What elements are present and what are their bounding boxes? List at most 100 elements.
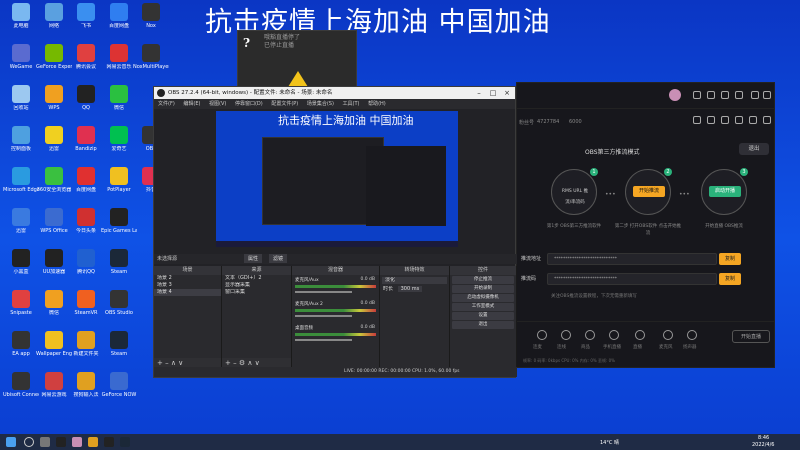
gift-icon[interactable] bbox=[721, 116, 729, 124]
cart-icon[interactable] bbox=[707, 116, 715, 124]
desktop-icon[interactable]: 控制面板 bbox=[3, 126, 39, 168]
source-item[interactable]: 显示器采集 bbox=[222, 282, 291, 289]
start-live-button[interactable]: 开始直播 bbox=[732, 330, 770, 343]
desktop-icon[interactable]: 飞书 bbox=[68, 3, 104, 45]
push-key-field[interactable]: **************************** bbox=[547, 273, 717, 285]
desktop-icon[interactable]: 微信 bbox=[36, 290, 72, 332]
exit-button[interactable]: 退出 bbox=[739, 143, 769, 155]
weather[interactable]: 14°C 晴 bbox=[600, 439, 619, 446]
link-mic-icon[interactable] bbox=[537, 330, 547, 340]
obs-window[interactable]: OBS 27.2.4 (64-bit, windows) - 配置文件: 未命名… bbox=[153, 86, 517, 378]
duration-input[interactable]: 300 ms bbox=[397, 286, 423, 292]
alert-window[interactable]: ? 哦豁直播停了 已停止直播 bbox=[237, 30, 357, 90]
step-2-label[interactable]: 开始推流 bbox=[633, 186, 665, 197]
desktop-icon[interactable]: 微信 bbox=[101, 85, 137, 127]
scene-item[interactable]: 场景 3 bbox=[154, 282, 221, 289]
scene-item[interactable]: 场景 4 bbox=[154, 289, 221, 296]
desktop-icon[interactable]: Nox bbox=[133, 3, 169, 45]
close-icon[interactable] bbox=[763, 91, 771, 99]
steam-taskbar-icon[interactable] bbox=[120, 437, 130, 447]
search-icon[interactable] bbox=[24, 437, 34, 447]
desktop-icon[interactable]: 今日头条 bbox=[68, 208, 104, 250]
bell-icon[interactable] bbox=[721, 91, 729, 99]
mail-icon[interactable] bbox=[707, 91, 715, 99]
live-icon[interactable] bbox=[635, 330, 645, 340]
minimize-icon[interactable] bbox=[751, 91, 759, 99]
settings-button[interactable]: 设置 bbox=[452, 312, 514, 320]
start-recording-button[interactable]: 开始录制 bbox=[452, 285, 514, 293]
clock-date[interactable]: 2022/4/6 bbox=[752, 442, 774, 448]
goods-icon[interactable] bbox=[585, 330, 595, 340]
menu-tools[interactable]: 工具(T) bbox=[343, 101, 360, 107]
desktop-icon[interactable]: EA app bbox=[3, 331, 39, 373]
virtual-camera-button[interactable]: 启动虚拟摄像机 bbox=[452, 294, 514, 302]
desktop-icon[interactable]: 此电脑 bbox=[3, 3, 39, 45]
desktop-icon[interactable]: 回收站 bbox=[3, 85, 39, 127]
desktop-icon[interactable]: 网易云游戏 bbox=[36, 372, 72, 414]
transition-select[interactable]: 淡化 bbox=[382, 277, 447, 284]
desktop-icon[interactable]: Microsoft Edge bbox=[3, 167, 39, 209]
avatar[interactable] bbox=[669, 89, 681, 101]
streaming-app-taskbar-icon[interactable] bbox=[72, 437, 82, 447]
menu-edit[interactable]: 编辑(E) bbox=[183, 101, 200, 107]
lock-icon[interactable] bbox=[693, 116, 701, 124]
desktop-icon[interactable]: 腾讯QQ bbox=[68, 249, 104, 291]
desktop-icon[interactable]: PotPlayer bbox=[101, 167, 137, 209]
desktop-icon[interactable]: OBS Studio bbox=[101, 290, 137, 332]
properties-button[interactable]: 属性 bbox=[244, 254, 263, 263]
desktop-icon[interactable]: NoxMultiPlayer bbox=[133, 44, 169, 86]
scene-item[interactable]: 场景 2 bbox=[154, 275, 221, 282]
obs2-taskbar-icon[interactable] bbox=[104, 437, 114, 447]
desktop-icon[interactable]: 小黑盒 bbox=[3, 249, 39, 291]
source-item[interactable]: 文本（GDI+）2 bbox=[222, 275, 291, 282]
desktop-icon[interactable]: 百度网盘 bbox=[101, 3, 137, 45]
desktop-icon[interactable]: Epic Games Launcher bbox=[101, 208, 137, 250]
desktop-icon[interactable]: WPS bbox=[36, 85, 72, 127]
desktop-icon[interactable]: 爱奇艺 bbox=[101, 126, 137, 168]
mic-icon[interactable] bbox=[663, 330, 673, 340]
more-icon[interactable] bbox=[763, 116, 771, 124]
connect-icon[interactable] bbox=[561, 330, 571, 340]
volume-slider[interactable] bbox=[295, 315, 352, 317]
push-url-field[interactable]: **************************** bbox=[547, 253, 717, 265]
desktop-icon[interactable]: UU加速器 bbox=[36, 249, 72, 291]
close-icon[interactable]: × bbox=[500, 87, 514, 99]
desktop-icon[interactable]: 百度网盘 bbox=[68, 167, 104, 209]
desktop-icon[interactable]: Snipaste bbox=[3, 290, 39, 332]
desktop-icon[interactable]: QQ bbox=[68, 85, 104, 127]
desktop-icon[interactable]: SteamVR bbox=[68, 290, 104, 332]
shirt-icon[interactable] bbox=[693, 91, 701, 99]
phone-live-icon[interactable] bbox=[609, 330, 619, 340]
desktop-icon[interactable]: 网络 bbox=[36, 3, 72, 45]
stop-streaming-button[interactable]: 停止推流 bbox=[452, 276, 514, 284]
task-view-icon[interactable] bbox=[40, 437, 50, 447]
desktop-icon[interactable]: WeGame bbox=[3, 44, 39, 86]
step-3-label[interactable]: 启动开播 bbox=[709, 186, 741, 197]
streaming-app-window[interactable]: 粉丝号 4727784 6000 OBS第三方推流模式 退出 RMS URL 推… bbox=[516, 82, 775, 368]
settings-icon[interactable] bbox=[749, 116, 757, 124]
menu-icon[interactable] bbox=[735, 91, 743, 99]
clock-time[interactable]: 8:46 bbox=[758, 435, 769, 441]
desktop-icon[interactable]: GeForce NOW bbox=[101, 372, 137, 414]
menu-scene-collection[interactable]: 场景集合(S) bbox=[307, 101, 334, 107]
source-item[interactable]: 窗口采集 bbox=[222, 289, 291, 296]
mixer-channel[interactable]: 桌面音频 0.0 dB bbox=[292, 323, 379, 347]
exit-button[interactable]: 退出 bbox=[452, 321, 514, 329]
desktop-icon[interactable]: 迅雷 bbox=[3, 208, 39, 250]
menu-view[interactable]: 视图(V) bbox=[209, 101, 226, 107]
desktop-icon[interactable]: 新建文件夹 bbox=[68, 331, 104, 373]
desktop-icon[interactable]: Ubisoft Connect bbox=[3, 372, 39, 414]
share-icon[interactable] bbox=[735, 116, 743, 124]
desktop-icon[interactable]: GeForce Experience bbox=[36, 44, 72, 86]
filters-button[interactable]: 滤镜 bbox=[269, 254, 288, 263]
minimize-icon[interactable]: – bbox=[472, 87, 486, 99]
desktop-icon[interactable]: 搜狗输入法 bbox=[68, 372, 104, 414]
menu-profile[interactable]: 配置文件(P) bbox=[271, 101, 298, 107]
studio-mode-button[interactable]: 工作室模式 bbox=[452, 303, 514, 311]
desktop-icon[interactable]: Steam bbox=[101, 249, 137, 291]
volume-slider[interactable] bbox=[295, 339, 352, 341]
start-icon[interactable] bbox=[6, 437, 16, 447]
menu-help[interactable]: 帮助(H) bbox=[368, 101, 386, 107]
obs-preview[interactable]: 抗击疫情上海加油 中国加油 bbox=[216, 111, 458, 247]
desktop-icon[interactable]: 迅雷 bbox=[36, 126, 72, 168]
